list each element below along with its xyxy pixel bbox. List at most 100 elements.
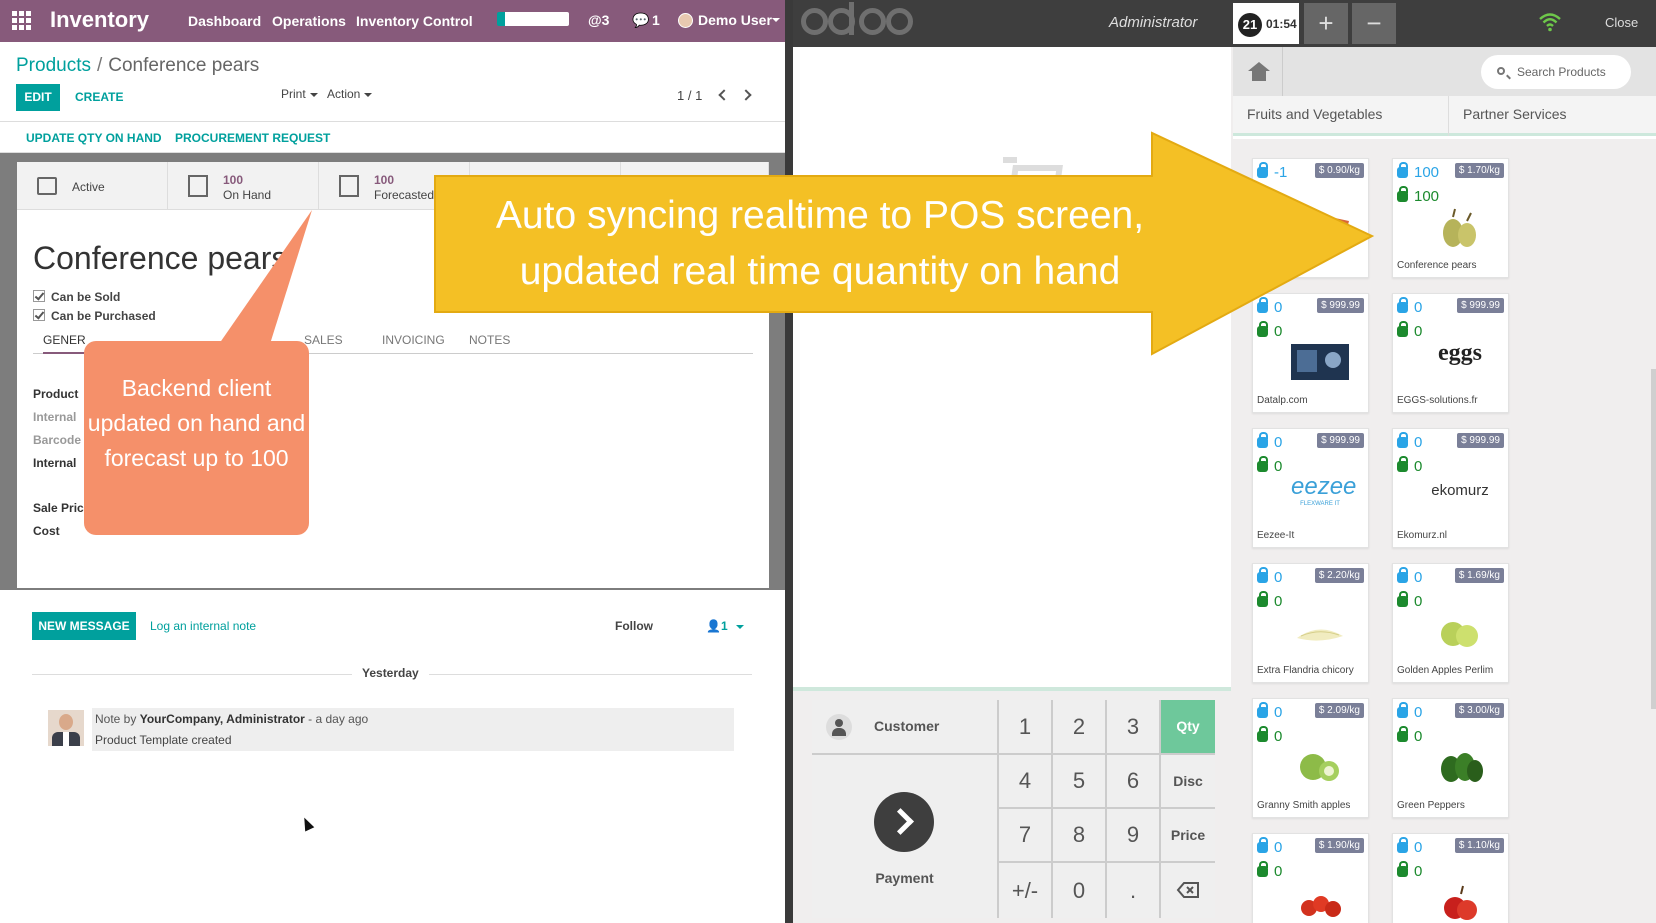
lock-icon xyxy=(1257,297,1268,313)
edit-button[interactable]: EDIT xyxy=(16,84,60,111)
print-dropdown[interactable]: Print xyxy=(281,87,318,101)
messages-counter[interactable]: 1 xyxy=(652,12,660,28)
numpad-key-1[interactable]: 1 xyxy=(999,700,1051,753)
numpad-mode-disc[interactable]: Disc xyxy=(1161,755,1215,807)
product-card[interactable]: $ 1.10/kg 0 0 xyxy=(1392,833,1509,923)
tab-sales[interactable]: SALES xyxy=(304,333,343,347)
procurement-request-button[interactable]: PROCUREMENT REQUEST xyxy=(175,131,330,145)
numpad-key-plus-minus[interactable]: +/- xyxy=(999,863,1051,918)
product-card[interactable]: $ 999.99 0 0 ekomurz Ekomurz.nl xyxy=(1392,428,1509,548)
menu-operations[interactable]: Operations xyxy=(272,13,346,29)
numpad-backspace[interactable] xyxy=(1161,863,1215,918)
home-icon xyxy=(1248,62,1270,71)
numpad-key-4[interactable]: 4 xyxy=(999,755,1051,807)
can-be-sold-checkbox[interactable]: Can be Sold xyxy=(33,290,120,304)
add-order-button[interactable]: + xyxy=(1304,3,1348,44)
tab-invoicing[interactable]: INVOICING xyxy=(382,333,445,347)
note-time: - a day ago xyxy=(304,712,369,726)
customer-button[interactable]: Customer xyxy=(812,700,997,753)
numpad-key-0[interactable]: 0 xyxy=(1053,863,1105,918)
product-card[interactable]: $ 2.20/kg 0 0 Extra Flandria chicory xyxy=(1252,563,1369,683)
new-message-button[interactable]: NEW MESSAGE xyxy=(32,612,136,640)
numpad-key-3[interactable]: 3 xyxy=(1107,700,1159,753)
lock-icon xyxy=(1257,321,1268,337)
note-author[interactable]: YourCompany, Administrator xyxy=(140,712,305,726)
user-avatar[interactable] xyxy=(678,13,693,28)
qty-forecast: 0 xyxy=(1257,321,1283,340)
chat-icon[interactable]: 💬 xyxy=(632,12,649,29)
followers-count: 1 xyxy=(720,619,728,633)
update-qty-button[interactable]: UPDATE QTY ON HAND xyxy=(26,131,162,145)
tab-general[interactable]: GENER xyxy=(43,333,86,354)
search-input[interactable]: Search Products xyxy=(1481,55,1631,89)
apps-menu-icon[interactable] xyxy=(12,11,32,31)
product-card[interactable]: $ 1.90/kg 0 0 xyxy=(1252,833,1369,923)
home-category-button[interactable] xyxy=(1233,47,1283,96)
create-button[interactable]: CREATE xyxy=(75,90,123,104)
follow-button[interactable]: Follow xyxy=(615,619,653,633)
qty-forecast: 0 xyxy=(1397,861,1422,880)
numpad-key-5[interactable]: 5 xyxy=(1053,755,1105,807)
followers-dropdown[interactable]: 👤1 xyxy=(706,619,744,633)
numpad-mode-price[interactable]: Price xyxy=(1161,809,1215,861)
log-note-link[interactable]: Log an internal note xyxy=(150,619,256,633)
wifi-icon xyxy=(1539,13,1561,32)
lock-icon xyxy=(1397,591,1408,607)
product-card[interactable]: $ 2.09/kg 0 0 Granny Smith apples xyxy=(1252,698,1369,818)
product-card[interactable]: $ 1.69/kg 0 0 Golden Apples Perlim xyxy=(1392,563,1509,683)
archive-icon xyxy=(37,177,57,195)
numpad-key-2[interactable]: 2 xyxy=(1053,700,1105,753)
product-card[interactable]: $ 999.99 0 0 Datalp.com xyxy=(1252,293,1369,413)
smart-button-active[interactable]: Active xyxy=(17,162,168,210)
numpad-key-8[interactable]: 8 xyxy=(1053,809,1105,861)
category-fruits-vegetables[interactable]: Fruits and Vegetables xyxy=(1247,106,1382,122)
print-label: Print xyxy=(281,87,306,101)
pos-user[interactable]: Administrator xyxy=(1109,14,1197,31)
product-card[interactable]: $ 999.99 0 0 eezee FLEXWARE IT Eezee-It xyxy=(1252,428,1369,548)
qty-available: 0 xyxy=(1257,567,1282,586)
breadcrumb-products[interactable]: Products xyxy=(16,55,91,76)
tab-notes[interactable]: NOTES xyxy=(469,333,510,347)
product-card[interactable]: $ 0.90/kg -1 xyxy=(1252,158,1369,278)
product-price: $ 3.00/kg xyxy=(1454,703,1504,718)
qty-forecast-value: 0 xyxy=(1274,323,1283,340)
qty-forecast-value: 0 xyxy=(1414,593,1423,610)
message-body: Product Template created xyxy=(95,733,232,747)
menu-dashboard[interactable]: Dashboard xyxy=(188,13,261,29)
numpad-key-9[interactable]: 9 xyxy=(1107,809,1159,861)
product-card-conference-pears[interactable]: $ 1.70/kg 100 100 Conference pears xyxy=(1392,158,1509,278)
message-meta: Note by YourCompany, Administrator - a d… xyxy=(95,712,368,726)
numpad-key-6[interactable]: 6 xyxy=(1107,755,1159,807)
user-menu-caret-icon[interactable] xyxy=(772,18,780,22)
numpad-key-7[interactable]: 7 xyxy=(999,809,1051,861)
pager-next-icon[interactable] xyxy=(740,89,752,101)
product-name: Extra Flandria chicory xyxy=(1257,665,1354,676)
category-partner-services[interactable]: Partner Services xyxy=(1463,106,1566,122)
menu-inventory-control[interactable]: Inventory Control xyxy=(356,13,473,29)
lock-icon xyxy=(1257,591,1268,607)
product-card[interactable]: $ 3.00/kg 0 0 Green Peppers xyxy=(1392,698,1509,818)
smart-button-on-hand[interactable]: 100 On Hand xyxy=(168,162,319,210)
product-card[interactable]: $ 999.99 0 0 eggs EGGS-solutions.fr xyxy=(1392,293,1509,413)
mentions-counter[interactable]: @3 xyxy=(588,12,609,28)
search-placeholder: Search Products xyxy=(1517,65,1606,79)
user-menu[interactable]: Demo User xyxy=(698,12,772,28)
action-dropdown[interactable]: Action xyxy=(327,87,373,101)
on-hand-label: On Hand xyxy=(223,188,272,202)
forecast-label: Forecasted xyxy=(374,188,435,202)
product-price: $ 999.99 xyxy=(1317,298,1364,313)
pager-prev-icon[interactable] xyxy=(718,89,730,101)
product-price: $ 1.69/kg xyxy=(1454,568,1504,583)
payment-button[interactable]: Payment xyxy=(812,755,997,918)
qty-available-value: 0 xyxy=(1414,569,1423,586)
numpad-mode-qty[interactable]: Qty xyxy=(1161,700,1215,753)
scrollbar[interactable] xyxy=(1651,369,1656,709)
order-tab[interactable]: 21 01:54 xyxy=(1233,3,1299,44)
remove-order-button[interactable]: − xyxy=(1352,3,1396,44)
can-be-purchased-checkbox[interactable]: Can be Purchased xyxy=(33,309,156,323)
product-name: Granny Smith apples xyxy=(1257,800,1351,811)
numpad-key-dot[interactable]: . xyxy=(1107,863,1159,918)
customer-label: Customer xyxy=(874,718,940,734)
close-button[interactable]: Close xyxy=(1605,15,1638,30)
author-avatar[interactable] xyxy=(48,710,84,746)
